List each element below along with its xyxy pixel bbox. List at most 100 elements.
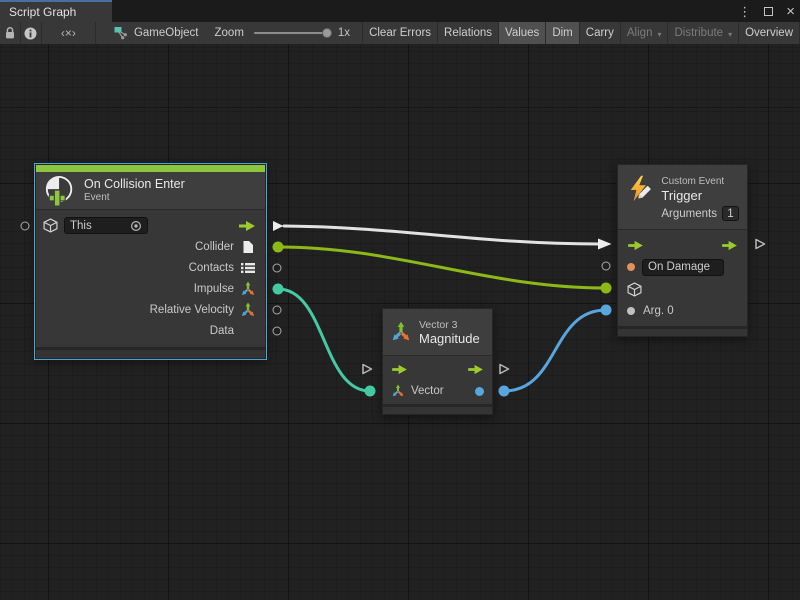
float-output-dot xyxy=(475,387,484,396)
distribute-dropdown[interactable]: Distribute ▾ xyxy=(668,22,739,44)
node-header[interactable]: Vector 3 Magnitude xyxy=(383,309,492,355)
port-trigger-target-in-connected[interactable] xyxy=(601,283,612,294)
custom-event-icon xyxy=(626,174,654,204)
lock-button[interactable] xyxy=(0,22,21,44)
node-title: On Collision Enter xyxy=(84,177,185,192)
values-toggle[interactable]: Values xyxy=(499,22,546,44)
arg-port-dot xyxy=(627,307,635,315)
info-button[interactable] xyxy=(21,22,42,44)
chevron-down-icon: ▾ xyxy=(657,30,661,39)
dim-toggle[interactable]: Dim xyxy=(546,22,579,44)
clear-errors-button[interactable]: Clear Errors xyxy=(362,22,438,44)
output-row-collider: Collider xyxy=(36,236,265,257)
port-trigger-arg0-in-connected[interactable] xyxy=(601,305,612,316)
gameobject-label: GameObject xyxy=(134,27,199,39)
input-row-event-name: On Damage xyxy=(618,256,747,278)
zoom-control: Zoom xyxy=(215,22,330,44)
output-row-relative-velocity: Relative Velocity xyxy=(36,299,265,320)
maximize-icon[interactable] xyxy=(764,7,773,16)
node-footer xyxy=(618,326,747,336)
port-target-in[interactable] xyxy=(21,222,30,231)
target-row: This xyxy=(36,215,265,236)
target-field[interactable]: This xyxy=(64,217,148,234)
lock-icon xyxy=(4,26,16,40)
object-picker-icon[interactable] xyxy=(130,220,142,232)
wire-magnitude-to-arg0[interactable] xyxy=(504,310,606,391)
port-collider-out-connected[interactable] xyxy=(273,242,284,253)
graph-canvas[interactable]: On Collision Enter Event This xyxy=(0,44,800,600)
arguments-label: Arguments xyxy=(661,208,717,220)
tab-script-graph[interactable]: Script Graph xyxy=(0,0,112,22)
flow-out-arrow-icon xyxy=(238,220,256,232)
port-trigger-flow-out[interactable] xyxy=(753,237,767,251)
tab-bar: Script Graph ⋮ × xyxy=(0,0,800,22)
port-trigger-name-in[interactable] xyxy=(602,262,611,271)
wire-collider-to-target[interactable] xyxy=(278,247,606,288)
code-icon: ‹×› xyxy=(61,26,76,40)
node-type-label: Vector 3 xyxy=(419,319,480,331)
info-icon xyxy=(24,27,37,40)
zoom-slider-handle[interactable] xyxy=(322,28,332,38)
flow-out-arrow-icon xyxy=(721,240,738,251)
node-header[interactable]: On Collision Enter Event xyxy=(36,172,265,209)
chevron-down-icon: ▾ xyxy=(728,30,732,39)
port-relative-velocity-out[interactable] xyxy=(273,306,282,315)
event-stripe xyxy=(36,165,265,172)
node-title: Trigger xyxy=(661,188,739,203)
flow-in-arrow-icon xyxy=(627,240,644,251)
zoom-slider[interactable] xyxy=(254,32,330,34)
graph-target[interactable]: GameObject xyxy=(114,22,199,44)
port-magnitude-result-out-connected[interactable] xyxy=(499,386,510,397)
wire-impulse-to-vector[interactable] xyxy=(278,289,370,391)
port-magnitude-flow-out[interactable] xyxy=(497,362,511,376)
zoom-value: 1x xyxy=(338,22,350,44)
node-on-collision-enter[interactable]: On Collision Enter Event This xyxy=(35,164,266,359)
node-footer xyxy=(383,404,492,414)
port-flow-out-connected[interactable] xyxy=(271,219,285,233)
port-data-out[interactable] xyxy=(273,327,282,336)
input-row-vector: Vector xyxy=(383,380,492,402)
input-row-target xyxy=(618,278,747,300)
node-title: Magnitude xyxy=(419,331,480,346)
edit-graph-button[interactable]: ‹×› xyxy=(42,22,96,44)
window-controls: ⋮ × xyxy=(738,0,795,22)
script-graph-window: Script Graph ⋮ × ‹×› xyxy=(0,0,800,600)
overview-button[interactable]: Overview xyxy=(739,22,800,44)
node-trigger-custom-event[interactable]: Custom Event Trigger Arguments 1 xyxy=(617,164,748,337)
port-contacts-out[interactable] xyxy=(273,264,282,273)
flow-in-arrow-icon xyxy=(391,364,408,375)
tab-title: Script Graph xyxy=(9,5,76,19)
node-type-label: Custom Event xyxy=(661,176,739,188)
node-header[interactable]: Custom Event Trigger Arguments 1 xyxy=(618,165,747,229)
input-row-arg0: Arg. 0 xyxy=(618,300,747,322)
port-magnitude-flow-in[interactable] xyxy=(360,362,374,376)
gameobject-cube-icon xyxy=(43,218,58,233)
node-vector3-magnitude[interactable]: Vector 3 Magnitude Vector xyxy=(382,308,493,415)
port-impulse-out-connected[interactable] xyxy=(273,284,284,295)
list-icon xyxy=(241,262,255,274)
relations-button[interactable]: Relations xyxy=(438,22,499,44)
output-row-impulse: Impulse xyxy=(36,278,265,299)
event-name-field[interactable]: On Damage xyxy=(642,259,724,276)
collision-event-icon xyxy=(44,175,76,207)
node-body: On Damage Arg. 0 xyxy=(618,229,747,326)
vector3-icon xyxy=(390,321,412,343)
graph-toolbar: ‹×› GameObject Zoom 1x Clear Errors Rela… xyxy=(0,22,800,44)
wire-flow[interactable] xyxy=(284,226,599,244)
close-icon[interactable]: × xyxy=(786,4,795,19)
toolbar-buttons: Clear Errors Relations Values Dim Carry … xyxy=(362,22,800,44)
node-body: This Collider xyxy=(36,209,265,347)
carry-toggle[interactable]: Carry xyxy=(580,22,621,44)
gameobject-cube-icon xyxy=(627,282,642,297)
arguments-field[interactable]: 1 xyxy=(722,206,739,221)
collider-icon xyxy=(242,240,254,254)
port-trigger-flow-in-connected[interactable] xyxy=(597,237,613,251)
node-footer xyxy=(36,347,265,358)
align-dropdown[interactable]: Align ▾ xyxy=(621,22,669,44)
menu-icon[interactable]: ⋮ xyxy=(738,5,751,18)
vector3-icon xyxy=(240,281,256,297)
flow-out-arrow-icon xyxy=(467,364,484,375)
port-magnitude-vector-in-connected[interactable] xyxy=(365,386,376,397)
output-row-data: Data xyxy=(36,320,265,341)
vector3-icon xyxy=(240,302,256,318)
